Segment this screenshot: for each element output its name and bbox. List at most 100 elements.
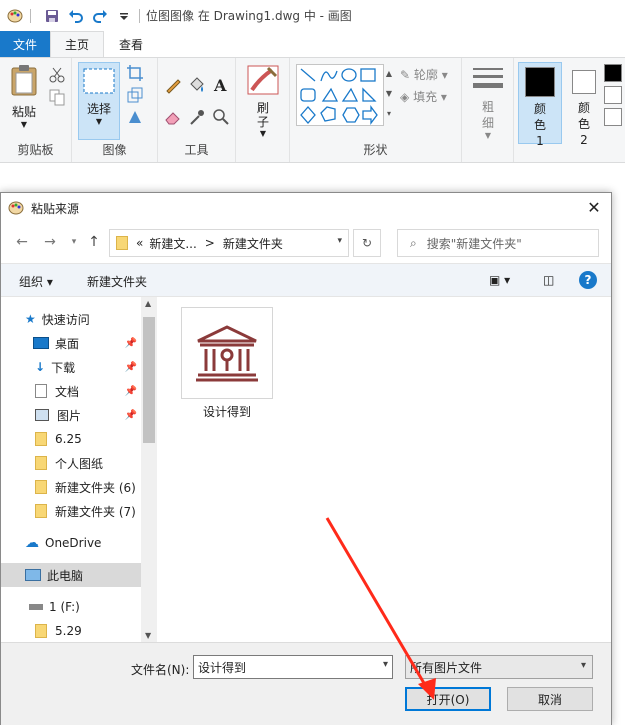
chevron-down-icon[interactable]: ▾: [581, 660, 586, 671]
address-segment-2[interactable]: 新建文件夹: [223, 235, 283, 252]
pin-icon[interactable]: 📌: [125, 362, 137, 373]
palette-black[interactable]: [604, 64, 622, 82]
view-options-icon[interactable]: ▣ ▾: [489, 273, 510, 287]
color2-button[interactable]: 颜色 2: [566, 62, 602, 147]
clipboard-group: 粘贴 ▼ 剪贴板: [0, 58, 72, 162]
nav-label: 此电脑: [47, 568, 84, 583]
pin-icon[interactable]: 📌: [125, 410, 137, 421]
tab-home[interactable]: 主页: [50, 31, 104, 57]
select-button[interactable]: 选择 ▼: [78, 62, 120, 140]
nav-pictures[interactable]: 图片 📌: [1, 403, 141, 427]
close-icon[interactable]: ✕: [585, 199, 603, 217]
file-list: 设计得到: [161, 297, 611, 642]
pencil-icon[interactable]: [164, 76, 182, 94]
nav-downloads[interactable]: ↓ 下载 📌: [1, 355, 141, 379]
address-segment-1[interactable]: 新建文...: [149, 235, 196, 252]
nav-scrollbar[interactable]: ▲ ▼: [141, 297, 157, 642]
shapes-scroll[interactable]: ▲ ▼ ▾: [384, 64, 394, 126]
tools-group-label: 工具: [184, 143, 209, 157]
scroll-down-icon[interactable]: ▼: [145, 631, 151, 640]
paint-app-icon: [7, 199, 25, 217]
nav-folder-529[interactable]: 5.29: [1, 619, 141, 643]
nav-label: 下载: [51, 360, 76, 375]
help-icon[interactable]: ?: [579, 271, 597, 289]
palette-white[interactable]: [604, 86, 622, 104]
nav-folder-625[interactable]: 6.25: [1, 427, 141, 451]
nav-documents[interactable]: 文档 📌: [1, 379, 141, 403]
filename-input[interactable]: 设计得到 ▾: [193, 655, 393, 679]
nav-onedrive[interactable]: ☁ OneDrive: [1, 531, 141, 555]
forward-arrow-icon[interactable]: →: [41, 233, 59, 251]
size-group: 粗细 ▼: [462, 58, 514, 162]
title-bar: 位图图像 在 Drawing1.dwg 中 - 画图: [0, 0, 625, 31]
tab-view[interactable]: 查看: [104, 31, 158, 57]
pin-icon[interactable]: 📌: [125, 338, 137, 349]
copy-icon[interactable]: [48, 88, 66, 106]
text-icon[interactable]: A: [212, 76, 230, 94]
organize-button[interactable]: 组织 ▾: [19, 273, 53, 290]
search-input[interactable]: ⌕ 搜索"新建文件夹": [397, 229, 599, 257]
address-bar[interactable]: « 新建文... > 新建文件夹 ▾: [109, 229, 349, 257]
nav-this-pc[interactable]: 此电脑: [1, 563, 141, 587]
back-arrow-icon[interactable]: ←: [13, 233, 31, 251]
nav-folder-new6[interactable]: 新建文件夹 (6): [1, 475, 141, 499]
nav-folder-personal[interactable]: 个人图纸: [1, 451, 141, 475]
undo-icon[interactable]: [67, 7, 85, 25]
address-prefix: «: [136, 236, 144, 250]
brush-button[interactable]: 刷子 ▼: [242, 64, 284, 138]
scissors-icon[interactable]: [48, 66, 66, 84]
search-icon: ⌕: [410, 235, 417, 250]
folder-icon: [35, 624, 47, 638]
outline-button[interactable]: ✎ 轮廓 ▾: [400, 66, 448, 83]
open-button[interactable]: 打开(O): [405, 687, 491, 711]
color-picker-icon[interactable]: [188, 108, 206, 126]
resize-icon[interactable]: [126, 86, 144, 104]
nav-desktop[interactable]: 桌面 📌: [1, 331, 141, 355]
recent-chevron-icon[interactable]: ▾: [65, 233, 83, 251]
scroll-up-icon[interactable]: ▲: [145, 299, 151, 308]
save-icon[interactable]: [43, 7, 61, 25]
fill-button[interactable]: ◈ 填充 ▾: [400, 88, 447, 105]
customize-icon[interactable]: [115, 7, 133, 25]
scroll-thumb[interactable]: [143, 317, 155, 443]
folder-icon: [35, 504, 47, 518]
nav-folder-new7[interactable]: 新建文件夹 (7): [1, 499, 141, 523]
nav-drive-f[interactable]: 1 (F:): [1, 595, 141, 619]
color1-swatch: [525, 67, 555, 97]
nav-label: 5.29: [55, 624, 82, 638]
chevron-down-icon[interactable]: ▾: [383, 659, 388, 670]
eraser-icon[interactable]: [164, 108, 182, 126]
nav-label: 6.25: [55, 432, 82, 446]
star-icon: ★: [25, 312, 36, 326]
rotate-icon[interactable]: [126, 108, 144, 126]
refresh-icon[interactable]: ↻: [353, 229, 381, 257]
document-icon: [35, 384, 47, 398]
svg-text:A: A: [213, 76, 227, 94]
image-group: 选择 ▼ 图像: [72, 58, 158, 162]
up-arrow-icon[interactable]: ↑: [85, 233, 103, 251]
tab-file[interactable]: 文件: [0, 31, 50, 57]
shapes-gallery[interactable]: [296, 64, 384, 126]
nav-label: 新建文件夹 (7): [55, 504, 136, 519]
new-folder-button[interactable]: 新建文件夹: [87, 273, 147, 290]
chevron-down-icon: ▼: [484, 131, 492, 140]
cancel-button[interactable]: 取消: [507, 687, 593, 711]
nav-quick-access[interactable]: ★ 快速访问: [1, 307, 141, 331]
address-dropdown-icon[interactable]: ▾: [337, 236, 342, 246]
fill-label: 填充: [413, 90, 438, 104]
redo-icon[interactable]: [91, 7, 109, 25]
color2-label: 颜色 2: [577, 101, 590, 147]
pin-icon[interactable]: 📌: [125, 386, 137, 397]
color1-button[interactable]: 颜色 1: [518, 62, 562, 148]
palette-empty[interactable]: [604, 108, 622, 126]
filetype-select[interactable]: 所有图片文件 ▾: [405, 655, 593, 679]
size-button[interactable]: 粗细 ▼: [470, 66, 506, 140]
fill-icon: ◈: [400, 90, 410, 104]
paste-button[interactable]: 粘贴 ▼: [6, 64, 42, 129]
magnifier-icon[interactable]: [212, 108, 230, 126]
crop-icon[interactable]: [126, 64, 144, 82]
preview-pane-icon[interactable]: ◫: [543, 273, 554, 287]
fill-bucket-icon[interactable]: [188, 76, 206, 94]
picture-icon: [35, 409, 49, 421]
file-item[interactable]: 设计得到: [181, 307, 273, 419]
